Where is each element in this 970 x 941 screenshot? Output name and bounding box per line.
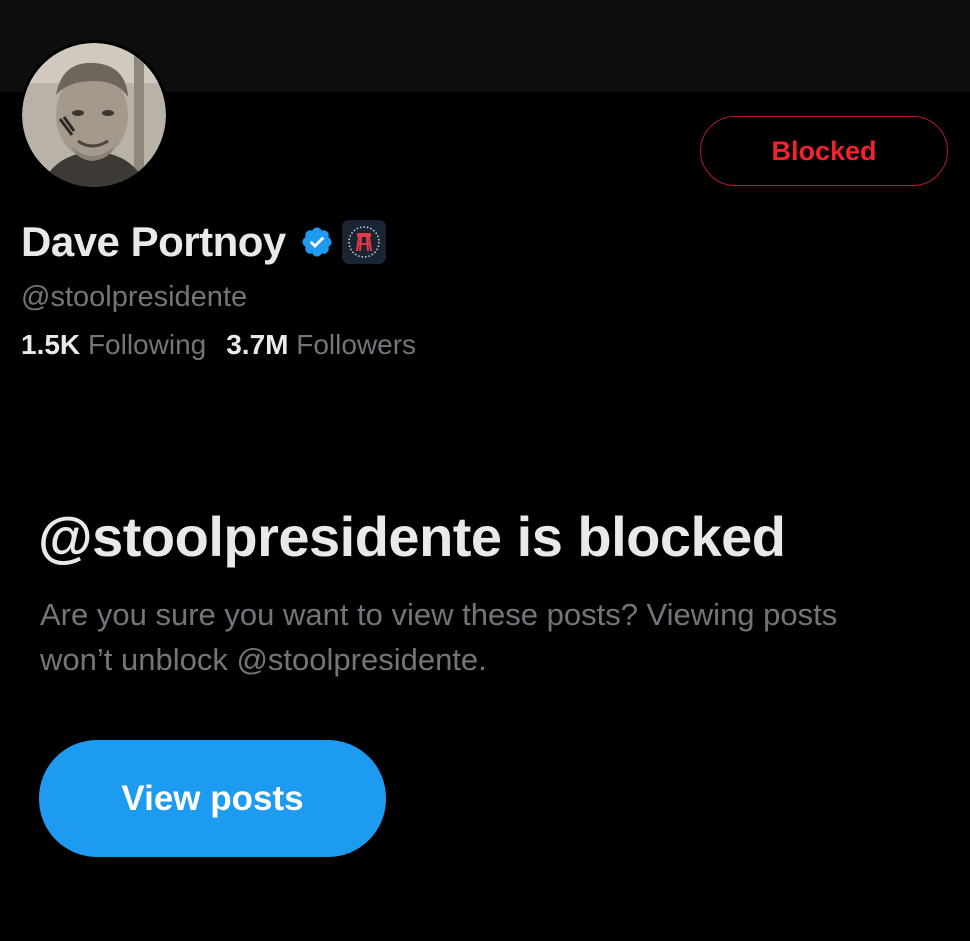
blocked-notice-title: @stoolpresidente is blocked [38,505,786,568]
display-name: Dave Portnoy [21,218,286,265]
verified-badge-icon[interactable] [300,225,334,259]
following-link[interactable]: 1.5K Following [21,329,206,360]
follow-stats: 1.5K Following 3.7M Followers [21,329,416,361]
following-count: 1.5K [21,329,81,360]
followers-link[interactable]: 3.7M Followers [226,329,416,360]
blocked-button[interactable]: Blocked [700,116,948,186]
view-posts-button[interactable]: View posts [39,740,386,857]
avatar[interactable] [19,40,169,190]
avatar-photo [22,43,166,187]
barstool-affiliate-icon[interactable] [341,220,386,264]
followers-count: 3.7M [226,329,289,360]
followers-label: Followers [296,329,417,360]
profile-handle: @stoolpresidente [21,281,248,313]
blocked-notice-description: Are you sure you want to view these post… [40,597,838,677]
profile-name-row: Dave Portnoy [21,212,386,272]
following-label: Following [87,329,207,360]
